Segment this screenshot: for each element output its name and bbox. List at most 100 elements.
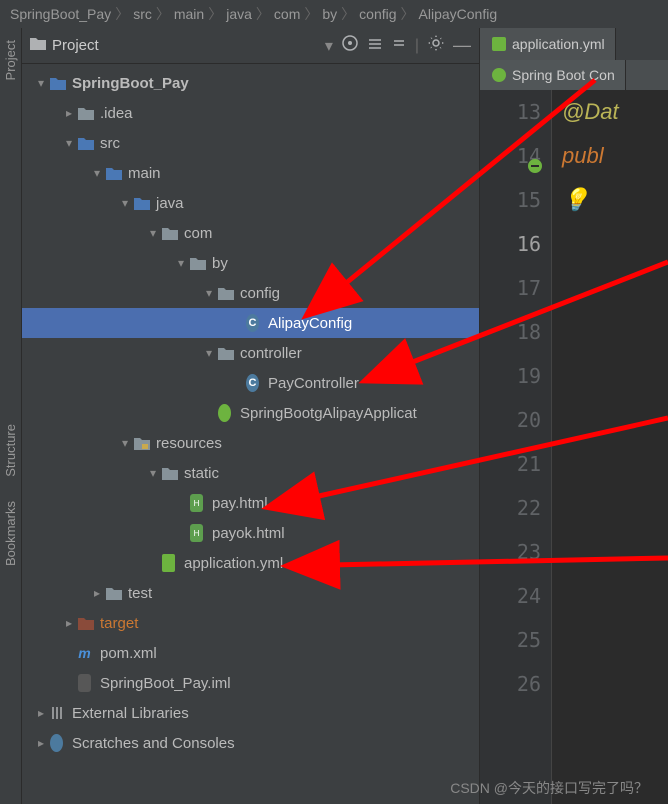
gear-icon[interactable] — [427, 34, 445, 57]
tree-item-payok-html[interactable]: payok.html — [22, 518, 479, 548]
project-tree[interactable]: SpringBoot_Pay.idea src mainjavacomby confi… — [22, 64, 479, 804]
tree-arrow-icon[interactable] — [90, 166, 104, 180]
tree-item-label: SpringBoot_Pay.iml — [100, 675, 231, 692]
gutter[interactable]: 1314151617181920212223242526 — [480, 90, 552, 804]
line-number[interactable]: 20 — [480, 398, 541, 442]
tree-item-springboot-pay-iml[interactable]: SpringBoot_Pay.iml — [22, 668, 479, 698]
tree-item-springboot-pay[interactable]: SpringBoot_Pay — [22, 68, 479, 98]
line-number[interactable]: 18 — [480, 310, 541, 354]
folder-res-icon — [132, 436, 152, 450]
breadcrumb-item[interactable]: by — [322, 6, 337, 22]
tree-item-scratches-and-consoles[interactable]: Scratches and Consoles — [22, 728, 479, 758]
side-tab-bookmarks[interactable]: Bookmarks — [1, 489, 20, 578]
yml-icon — [492, 37, 506, 51]
folder-blue-icon — [104, 166, 124, 180]
tree-item-label: src — [100, 135, 120, 152]
code-area[interactable]: @Dat publ 💡 — [552, 90, 668, 804]
tree-item-java[interactable]: java — [22, 188, 479, 218]
line-number[interactable]: 21 — [480, 442, 541, 486]
yml-icon — [160, 554, 180, 572]
line-number[interactable]: 24 — [480, 574, 541, 618]
tree-item-springbootgalipayapplicat[interactable]: SpringBootgAlipayApplicat — [22, 398, 479, 428]
tree-item-label: PayController — [268, 375, 359, 392]
tree-arrow-icon[interactable] — [146, 466, 160, 480]
folder-blue-icon — [48, 76, 68, 90]
line-number[interactable]: 16 — [480, 222, 541, 266]
html-icon — [188, 524, 208, 542]
hide-icon[interactable]: — — [453, 35, 471, 56]
side-tab-structure[interactable]: Structure — [1, 412, 20, 489]
tree-arrow-icon[interactable] — [118, 196, 132, 210]
select-opened-file-icon[interactable] — [341, 34, 359, 57]
editor-area: application.yml Spring Boot Con 13141516… — [480, 28, 668, 804]
line-number[interactable]: 22 — [480, 486, 541, 530]
tree-item-paycontroller[interactable]: PayController — [22, 368, 479, 398]
tree-item-static[interactable]: static — [22, 458, 479, 488]
chevron-down-icon[interactable]: ▾ — [325, 36, 333, 56]
breadcrumb-item[interactable]: main — [174, 6, 204, 22]
tree-item-controller[interactable]: controller — [22, 338, 479, 368]
panel-header: Project ▾ | — — [22, 28, 479, 64]
keyword: publ — [562, 143, 604, 168]
tree-arrow-icon[interactable] — [62, 616, 76, 630]
breadcrumb-item[interactable]: src — [133, 6, 152, 22]
tree-arrow-icon[interactable] — [62, 136, 76, 150]
m-icon — [76, 644, 96, 662]
side-tab-project[interactable]: Project — [1, 28, 20, 92]
collapse-all-icon[interactable] — [391, 35, 407, 56]
tree-arrow-icon[interactable] — [34, 736, 48, 750]
tree-item-label: pay.html — [212, 495, 268, 512]
tree-arrow-icon[interactable] — [202, 286, 216, 300]
tree-item-external-libraries[interactable]: External Libraries — [22, 698, 479, 728]
breadcrumb-item[interactable]: com — [274, 6, 300, 22]
tree-item-label: config — [240, 285, 280, 302]
tree-item-label: AlipayConfig — [268, 315, 352, 332]
line-number[interactable]: 23 — [480, 530, 541, 574]
tree-item-target[interactable]: target — [22, 608, 479, 638]
tree-item-resources[interactable]: resources — [22, 428, 479, 458]
tree-item-label: test — [128, 585, 152, 602]
tree-item-alipayconfig[interactable]: AlipayConfig — [22, 308, 479, 338]
folder-icon — [104, 586, 124, 600]
project-icon — [30, 36, 46, 55]
breadcrumb-item[interactable]: config — [359, 6, 396, 22]
tree-item-src[interactable]: src — [22, 128, 479, 158]
tree-item-by[interactable]: by — [22, 248, 479, 278]
line-number[interactable]: 14 — [480, 134, 541, 178]
line-number[interactable]: 13 — [480, 90, 541, 134]
line-number[interactable]: 17 — [480, 266, 541, 310]
tree-item-com[interactable]: com — [22, 218, 479, 248]
tree-item-main[interactable]: main — [22, 158, 479, 188]
spring-icon — [216, 404, 236, 422]
tree-arrow-icon[interactable] — [62, 106, 76, 120]
tree-item-config[interactable]: config — [22, 278, 479, 308]
folder-target-icon — [76, 616, 96, 630]
line-number[interactable]: 19 — [480, 354, 541, 398]
tree-item-test[interactable]: test — [22, 578, 479, 608]
intention-bulb-icon[interactable]: 💡 — [562, 187, 589, 212]
tree-item--idea[interactable]: .idea — [22, 98, 479, 128]
line-number[interactable]: 15 — [480, 178, 541, 222]
tree-arrow-icon[interactable] — [118, 436, 132, 450]
tree-item-label: application.yml — [184, 555, 283, 572]
tree-arrow-icon[interactable] — [34, 706, 48, 720]
tree-arrow-icon[interactable] — [90, 586, 104, 600]
tree-item-application-yml[interactable]: application.yml — [22, 548, 479, 578]
tree-item-pay-html[interactable]: pay.html — [22, 488, 479, 518]
breadcrumb-item[interactable]: java — [226, 6, 252, 22]
line-number[interactable]: 26 — [480, 662, 541, 706]
html-icon — [188, 494, 208, 512]
tree-arrow-icon[interactable] — [202, 346, 216, 360]
subtab-spring-boot[interactable]: Spring Boot Con — [480, 60, 626, 90]
panel-title[interactable]: Project — [52, 37, 325, 54]
line-number[interactable]: 25 — [480, 618, 541, 662]
breadcrumb-item[interactable]: SpringBoot_Pay — [10, 6, 111, 22]
tree-arrow-icon[interactable] — [174, 256, 188, 270]
expand-all-icon[interactable] — [367, 35, 383, 56]
tree-arrow-icon[interactable] — [146, 226, 160, 240]
tree-arrow-icon[interactable] — [34, 76, 48, 90]
tab-application-yml[interactable]: application.yml — [480, 28, 616, 60]
breadcrumb-item[interactable]: AlipayConfig — [419, 6, 498, 22]
folder-icon — [216, 286, 236, 300]
tree-item-pom-xml[interactable]: pom.xml — [22, 638, 479, 668]
